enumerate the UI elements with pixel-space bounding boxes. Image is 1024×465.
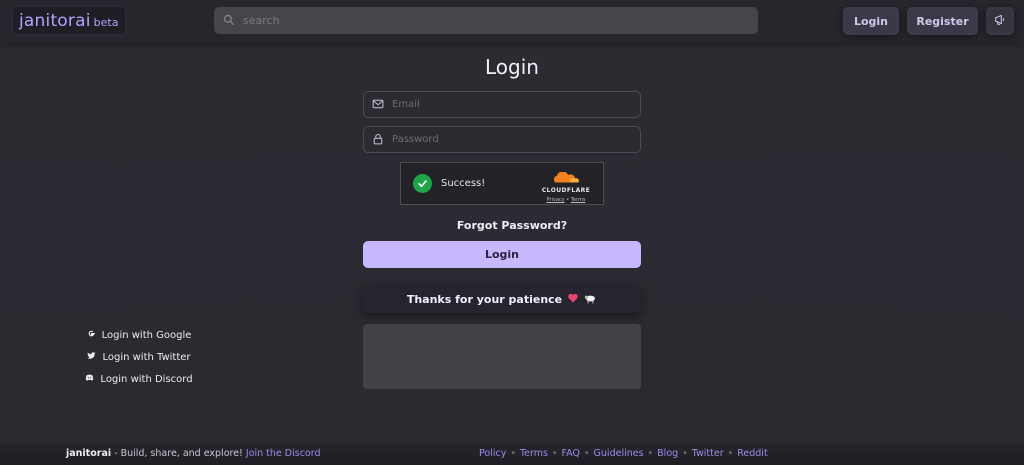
footer-separator: • <box>647 448 654 459</box>
heart-icon <box>567 292 579 307</box>
captcha-privacy-link[interactable]: Privacy <box>547 197 565 203</box>
login-discord-button[interactable]: Login with Discord <box>0 371 278 387</box>
password-field[interactable] <box>363 126 641 153</box>
footer-link-twitter[interactable]: Twitter <box>692 448 724 459</box>
announcements-button[interactable] <box>986 7 1014 35</box>
login-google-button[interactable]: Login with Google <box>0 327 278 343</box>
login-twitter-button[interactable]: Login with Twitter <box>0 349 278 365</box>
cloudflare-links: Privacy • Terms <box>538 197 594 203</box>
footer-link-blog[interactable]: Blog <box>657 448 678 459</box>
cloudflare-name: CLOUDFLARE <box>541 187 591 194</box>
footer-link-faq[interactable]: FAQ <box>562 448 580 459</box>
success-check-icon <box>413 174 432 193</box>
brand-logo[interactable]: janitorai beta <box>13 7 126 34</box>
social-login-panel <box>363 324 641 389</box>
footer-separator: • <box>727 448 734 459</box>
footer-separator: • <box>682 448 688 459</box>
login-twitter-label: Login with Twitter <box>102 351 191 363</box>
login-button[interactable]: Login <box>363 241 641 268</box>
email-field[interactable] <box>363 91 641 118</box>
mail-icon <box>372 95 384 114</box>
footer-links: Policy • Terms • FAQ • Guidelines • Blog • Twitter… <box>479 448 768 459</box>
megaphone-icon <box>994 13 1007 29</box>
footer-link-policy[interactable]: Policy <box>479 448 506 459</box>
captcha-link-separator: • <box>566 197 570 203</box>
patience-text: Thanks for your patience <box>406 293 563 306</box>
brand-tag: beta <box>93 15 119 29</box>
footer-separator: • <box>510 448 516 459</box>
email-input[interactable] <box>392 99 632 110</box>
login-discord-label: Login with Discord <box>100 373 193 385</box>
captcha-status: Success! <box>441 178 486 189</box>
join-discord-link[interactable]: Join the Discord <box>246 448 321 459</box>
brand-name: janitorai <box>19 10 91 31</box>
twitter-icon <box>87 351 96 363</box>
sheep-icon <box>584 292 597 308</box>
header-login-button[interactable]: Login <box>843 7 899 35</box>
captcha-terms-link[interactable]: Terms <box>571 197 586 203</box>
cloudflare-branding: CLOUDFLARE Privacy • Terms <box>538 169 594 203</box>
captcha-widget[interactable]: Success! CLOUDFLARE Privacy • Terms <box>400 162 604 205</box>
forgot-password-link[interactable]: Forgot Password? <box>0 219 1024 232</box>
footer-link-reddit[interactable]: Reddit <box>737 448 767 459</box>
footer-separator: • <box>583 448 590 459</box>
search-bar[interactable] <box>214 7 758 34</box>
footer-tagline: janitorai - Build, share, and explore! J… <box>66 448 321 459</box>
footer-separator: • <box>551 448 558 459</box>
password-input[interactable] <box>392 134 632 145</box>
lock-icon <box>372 130 384 149</box>
footer-brand: janitorai <box>66 448 112 459</box>
search-icon <box>223 11 235 30</box>
footer-link-terms[interactable]: Terms <box>520 448 548 459</box>
page-title: Login <box>485 55 539 79</box>
discord-icon <box>85 373 94 385</box>
footer: janitorai - Build, share, and explore! J… <box>0 443 1024 465</box>
google-icon <box>87 329 96 341</box>
top-navbar: janitorai beta Login Register <box>0 0 1024 42</box>
cloudflare-cloud-icon <box>551 169 581 188</box>
header-register-button[interactable]: Register <box>907 7 978 35</box>
footer-link-guidelines[interactable]: Guidelines <box>594 448 644 459</box>
login-google-label: Login with Google <box>101 329 192 341</box>
patience-banner: Thanks for your patience <box>363 286 641 313</box>
footer-tagline-text: - Build, share, and explore! <box>111 448 246 459</box>
search-input[interactable] <box>243 14 723 27</box>
